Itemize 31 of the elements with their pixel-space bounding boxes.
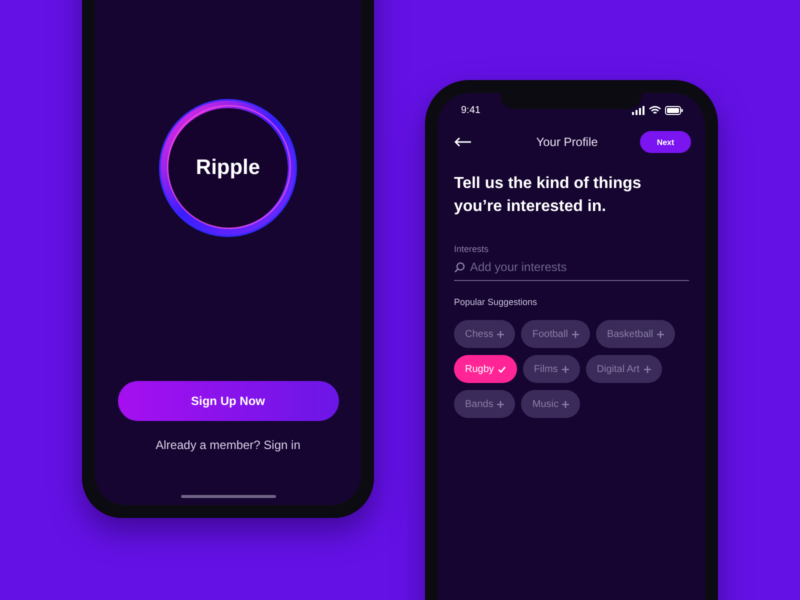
interest-chip[interactable]: Football (521, 320, 590, 348)
heading: Tell us the kind of things you’re interested in. (454, 174, 642, 217)
interest-chip[interactable]: Digital Art (586, 355, 662, 383)
interest-chip[interactable]: Basketball (596, 320, 676, 348)
app-logo-text: Ripple (196, 156, 260, 180)
sign-up-button[interactable]: Sign Up Now (118, 381, 338, 421)
interest-chip[interactable]: Films (522, 355, 580, 383)
check-icon (498, 366, 506, 372)
interest-chip[interactable]: Rugby (454, 355, 517, 383)
plus-icon (562, 400, 570, 408)
plus-icon (497, 330, 504, 338)
interest-chip[interactable]: Chess (454, 320, 516, 348)
plus-icon (497, 400, 504, 408)
search-field[interactable]: Add your interests (470, 260, 689, 274)
back-arrow-icon[interactable] (454, 137, 472, 147)
plus-icon (572, 330, 579, 338)
plus-icon (657, 330, 664, 338)
sign-in-link[interactable]: Already a member? Sign in (156, 438, 300, 452)
plus-icon (644, 366, 651, 372)
wifi-icon (649, 106, 661, 114)
next-button[interactable]: Next (640, 131, 691, 153)
interests-label: Interests (454, 244, 490, 254)
interest-chip[interactable]: Bands (454, 390, 516, 418)
battery-icon (665, 106, 683, 114)
status-time: 9:41 (461, 104, 480, 116)
interest-chip[interactable]: Music (521, 390, 580, 418)
search-icon (454, 262, 465, 272)
suggestions-label: Popular Suggestions (454, 297, 538, 307)
plus-icon (562, 366, 569, 372)
screen-title: Your Profile (536, 135, 598, 149)
signal-icon (632, 106, 645, 114)
